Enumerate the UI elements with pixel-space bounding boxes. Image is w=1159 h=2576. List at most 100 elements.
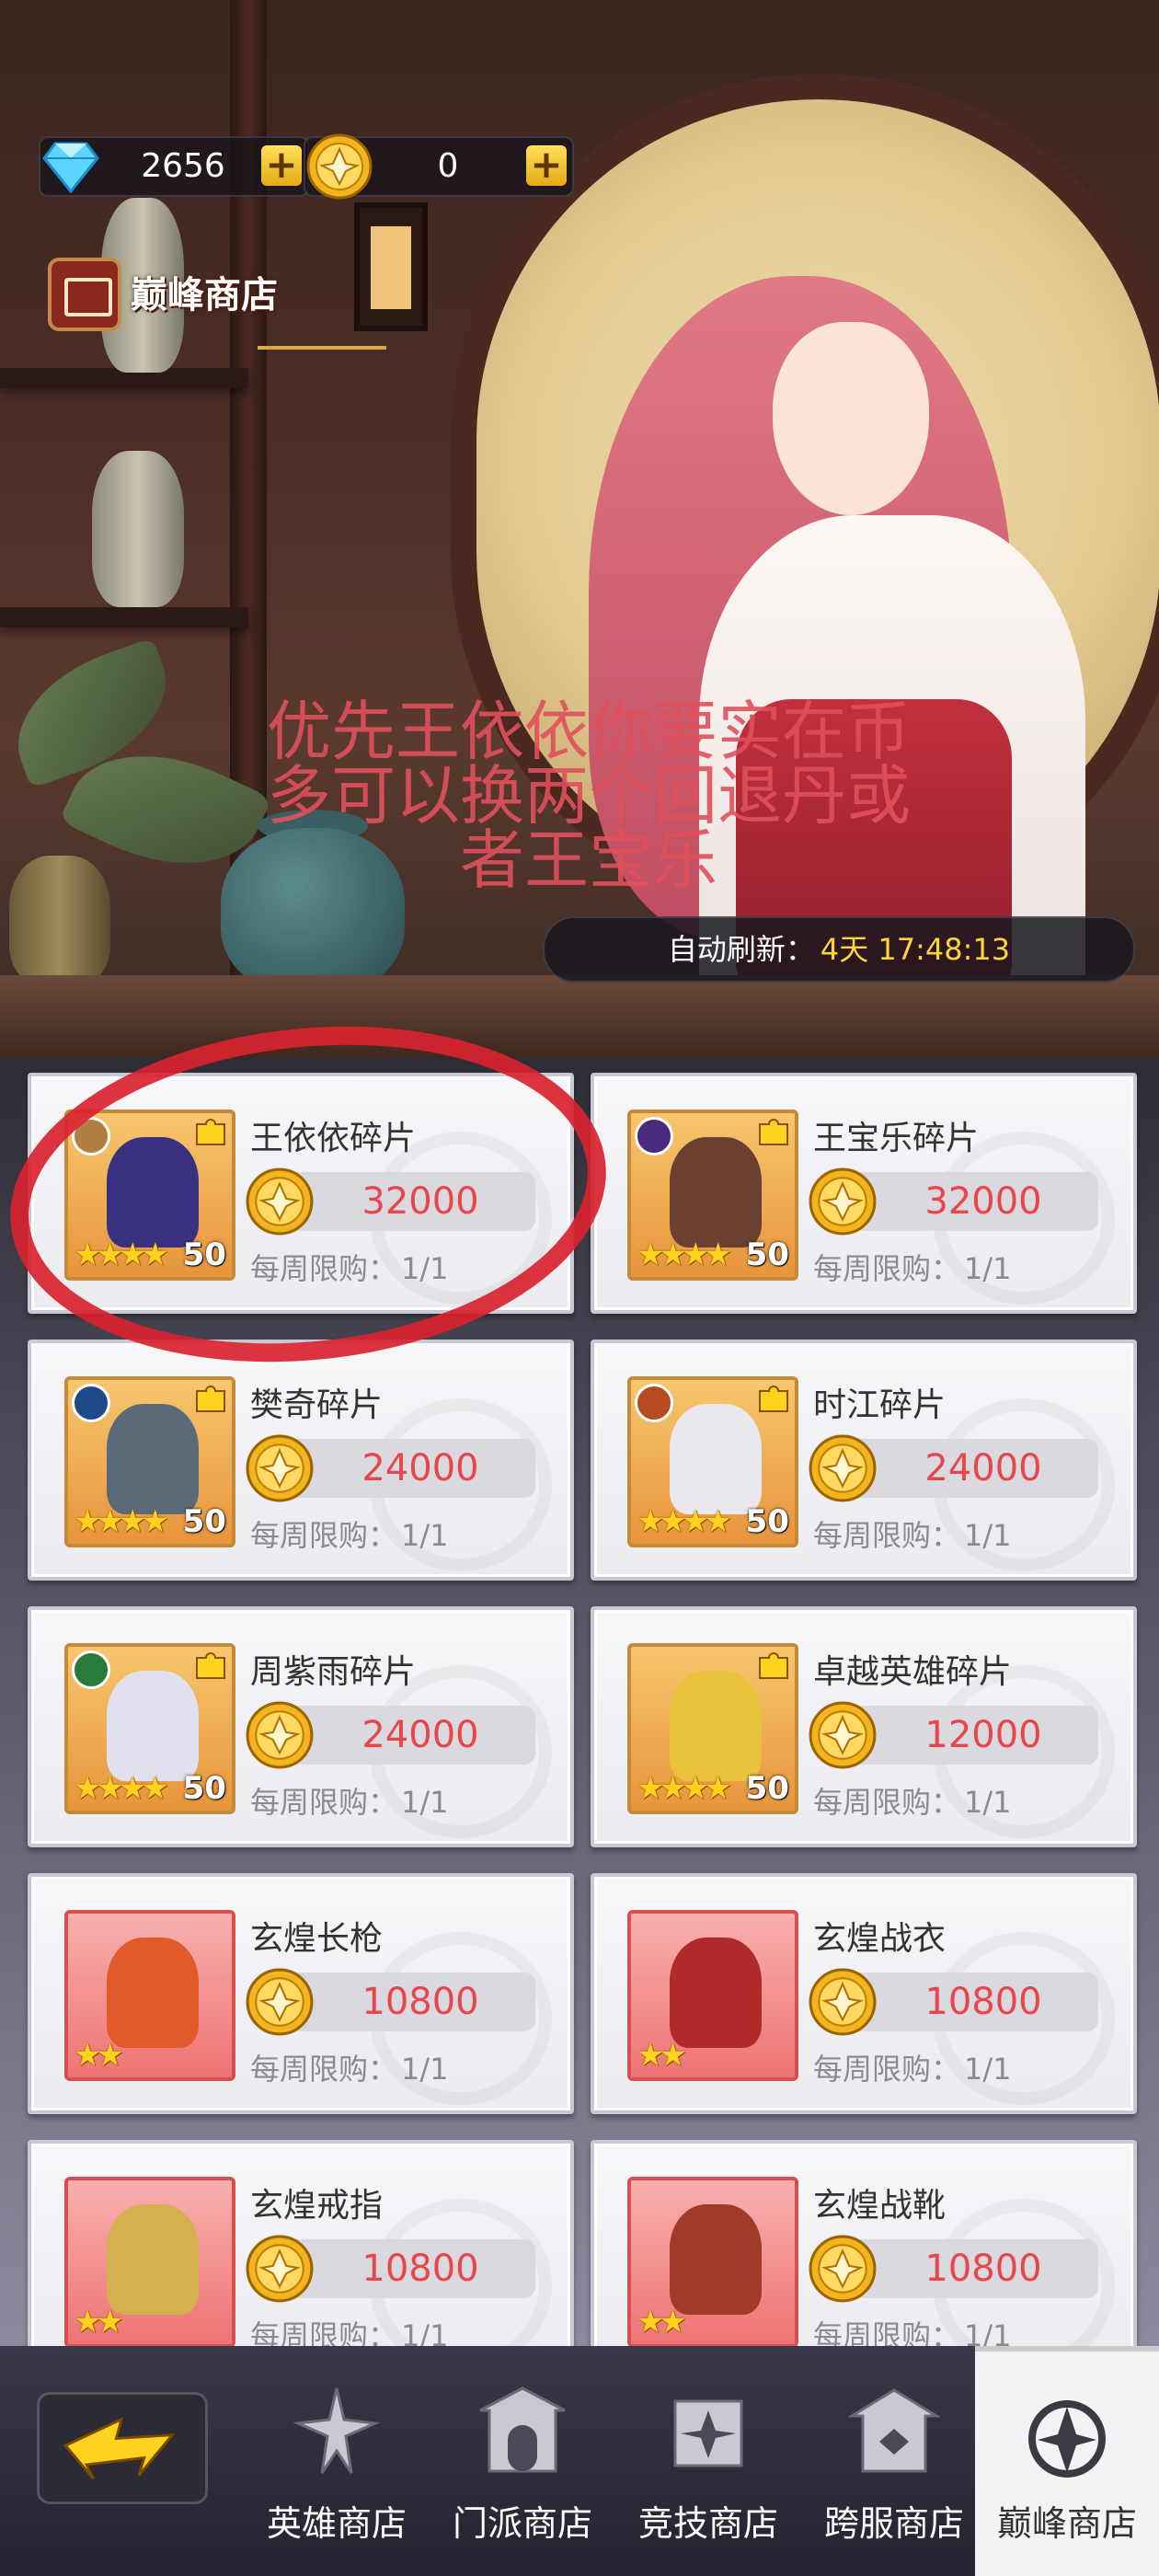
character-face — [773, 322, 929, 515]
item-portrait: ★★ — [64, 1910, 235, 2081]
lantern — [354, 202, 428, 331]
item-figure — [670, 1938, 762, 2048]
item-name: 玄煌戒指 — [250, 2187, 384, 2225]
tab-arena-shop[interactable]: 竞技商店 — [616, 2346, 800, 2576]
peak-coin-icon — [306, 133, 373, 200]
item-price: 32000 — [924, 1180, 1042, 1223]
lightning-back-icon — [63, 2417, 176, 2480]
shop-item-card[interactable]: ★★★★ 50 周紫雨碎片 24000 每周限购： 1/1 — [28, 1606, 574, 1847]
puzzle-piece-icon — [759, 1386, 788, 1412]
item-price: 10800 — [361, 2248, 479, 2290]
pot — [9, 856, 110, 984]
coin-amount: 0 — [437, 147, 459, 185]
tab-peak-shop[interactable]: 巅峰商店 — [975, 2346, 1159, 2576]
rarity-stars: ★★ — [637, 2304, 687, 2340]
rarity-stars: ★★★★ — [74, 1770, 169, 1807]
peak-coin-icon — [809, 1701, 877, 1769]
item-price: 10800 — [361, 1981, 479, 2023]
puzzle-piece-icon — [759, 1652, 788, 1679]
limit-value: 1/1 — [964, 1785, 1012, 1820]
item-name: 玄煌战衣 — [813, 1920, 947, 1958]
limit-label: 每周限购： — [250, 2052, 398, 2087]
item-figure — [670, 1671, 762, 1781]
item-price: 24000 — [924, 1447, 1042, 1489]
item-level: 50 — [745, 1770, 789, 1807]
vase — [92, 451, 184, 607]
item-level: 50 — [182, 1770, 226, 1807]
purchase-limit: 每周限购： 1/1 — [813, 2046, 1012, 2088]
shop-item-card[interactable]: ★★ 玄煌长枪 10800 每周限购： 1/1 — [28, 1873, 574, 2114]
item-figure — [107, 1671, 199, 1781]
shop-item-card[interactable]: ★★★★ 50 时江碎片 24000 每周限购： 1/1 — [591, 1340, 1137, 1581]
price-tag: 24000 — [809, 1434, 1098, 1502]
purchase-limit: 每周限购： 1/1 — [813, 1779, 1012, 1822]
shop-item-card[interactable]: ★★★★ 50 王宝乐碎片 32000 每周限购： 1/1 — [591, 1073, 1137, 1314]
shop-item-card[interactable]: ★★★★ 50 卓越英雄碎片 12000 每周限购： 1/1 — [591, 1606, 1137, 1847]
price-tag: 10800 — [809, 2235, 1098, 2303]
tab-label: 巅峰商店 — [996, 2503, 1137, 2544]
puzzle-piece-icon — [196, 1386, 225, 1412]
shop-item-card[interactable]: ★★ 玄煌戒指 10800 每周限购： 1/1 — [28, 2140, 574, 2346]
limit-value: 1/1 — [401, 1785, 449, 1820]
peak-shop-icon — [1028, 2400, 1106, 2478]
purchase-limit: 每周限购： 1/1 — [813, 2313, 1012, 2346]
rarity-stars: ★★★★ — [637, 1770, 732, 1807]
price-tag: 10800 — [246, 2235, 535, 2303]
rarity-stars: ★★★★ — [637, 1236, 732, 1273]
tab-cross-server-shop[interactable]: 跨服商店 — [802, 2346, 986, 2576]
limit-label: 每周限购： — [813, 1251, 961, 1286]
item-portrait: ★★★★ 50 — [64, 1643, 235, 1814]
tab-label: 英雄商店 — [266, 2503, 407, 2544]
peak-coin-icon — [246, 1968, 314, 2036]
back-button[interactable] — [37, 2392, 208, 2504]
refresh-time: 4天 17:48:13 — [820, 932, 1011, 967]
limit-label: 每周限购： — [250, 2318, 398, 2346]
item-portrait: ★★★★ 50 — [627, 1110, 798, 1281]
gem-counter: 2656 + — [39, 136, 309, 197]
shop-scale-icon — [48, 258, 121, 331]
item-figure — [107, 1938, 199, 2048]
puzzle-piece-icon — [196, 1652, 225, 1679]
item-price: 24000 — [361, 1714, 479, 1756]
hero-shop-icon — [293, 2387, 381, 2474]
puzzle-piece-icon — [759, 1119, 788, 1145]
tab-sect-shop[interactable]: 门派商店 — [430, 2346, 614, 2576]
price-tag: 24000 — [246, 1701, 535, 1769]
shop-item-card[interactable]: ★★★★ 50 樊奇碎片 24000 每周限购： 1/1 — [28, 1340, 574, 1581]
shelf — [0, 607, 248, 627]
item-price: 10800 — [924, 1981, 1042, 2023]
peak-coin-icon — [809, 2235, 877, 2303]
peak-coin-icon — [809, 1434, 877, 1502]
shop-title-block: 巅峰商店 — [48, 258, 324, 331]
price-tag: 10800 — [809, 1968, 1098, 2036]
auto-refresh-timer: 自动刷新： 4天 17:48:13 — [543, 916, 1135, 983]
purchase-limit: 每周限购： 1/1 — [250, 1512, 449, 1555]
peak-coin-icon — [246, 1701, 314, 1769]
tab-label: 门派商店 — [452, 2503, 592, 2544]
shop-item-card[interactable]: ★★ 玄煌战靴 10800 每周限购： 1/1 — [591, 2140, 1137, 2346]
limit-label: 每周限购： — [250, 1785, 398, 1820]
item-name: 玄煌战靴 — [813, 2187, 947, 2225]
limit-label: 每周限购： — [813, 1785, 961, 1820]
limit-label: 每周限购： — [813, 1518, 961, 1553]
item-price: 12000 — [924, 1714, 1042, 1756]
title-underline — [258, 346, 386, 350]
peak-coin-icon — [246, 2235, 314, 2303]
add-coins-button[interactable]: + — [526, 145, 567, 186]
refresh-label: 自动刷新： — [667, 932, 815, 967]
tab-hero-shop[interactable]: 英雄商店 — [245, 2346, 429, 2576]
limit-value: 1/1 — [401, 2052, 449, 2087]
rarity-stars: ★★ — [74, 2037, 124, 2074]
item-figure — [107, 2204, 199, 2315]
add-gems-button[interactable]: + — [261, 145, 302, 186]
arena-shop-icon — [673, 2399, 743, 2467]
bottom-nav: 英雄商店 门派商店 竞技商店 跨服商店 巅峰商店 — [0, 2346, 1159, 2576]
price-tag: 24000 — [246, 1434, 535, 1502]
item-price: 10800 — [924, 2248, 1042, 2290]
peak-coin-icon — [246, 1434, 314, 1502]
counter — [0, 975, 1159, 1058]
shop-item-card[interactable]: ★★ 玄煌战衣 10800 每周限购： 1/1 — [591, 1873, 1137, 2114]
purchase-limit: 每周限购： 1/1 — [250, 2046, 449, 2088]
faction-icon — [72, 1650, 110, 1689]
item-price: 24000 — [361, 1447, 479, 1489]
